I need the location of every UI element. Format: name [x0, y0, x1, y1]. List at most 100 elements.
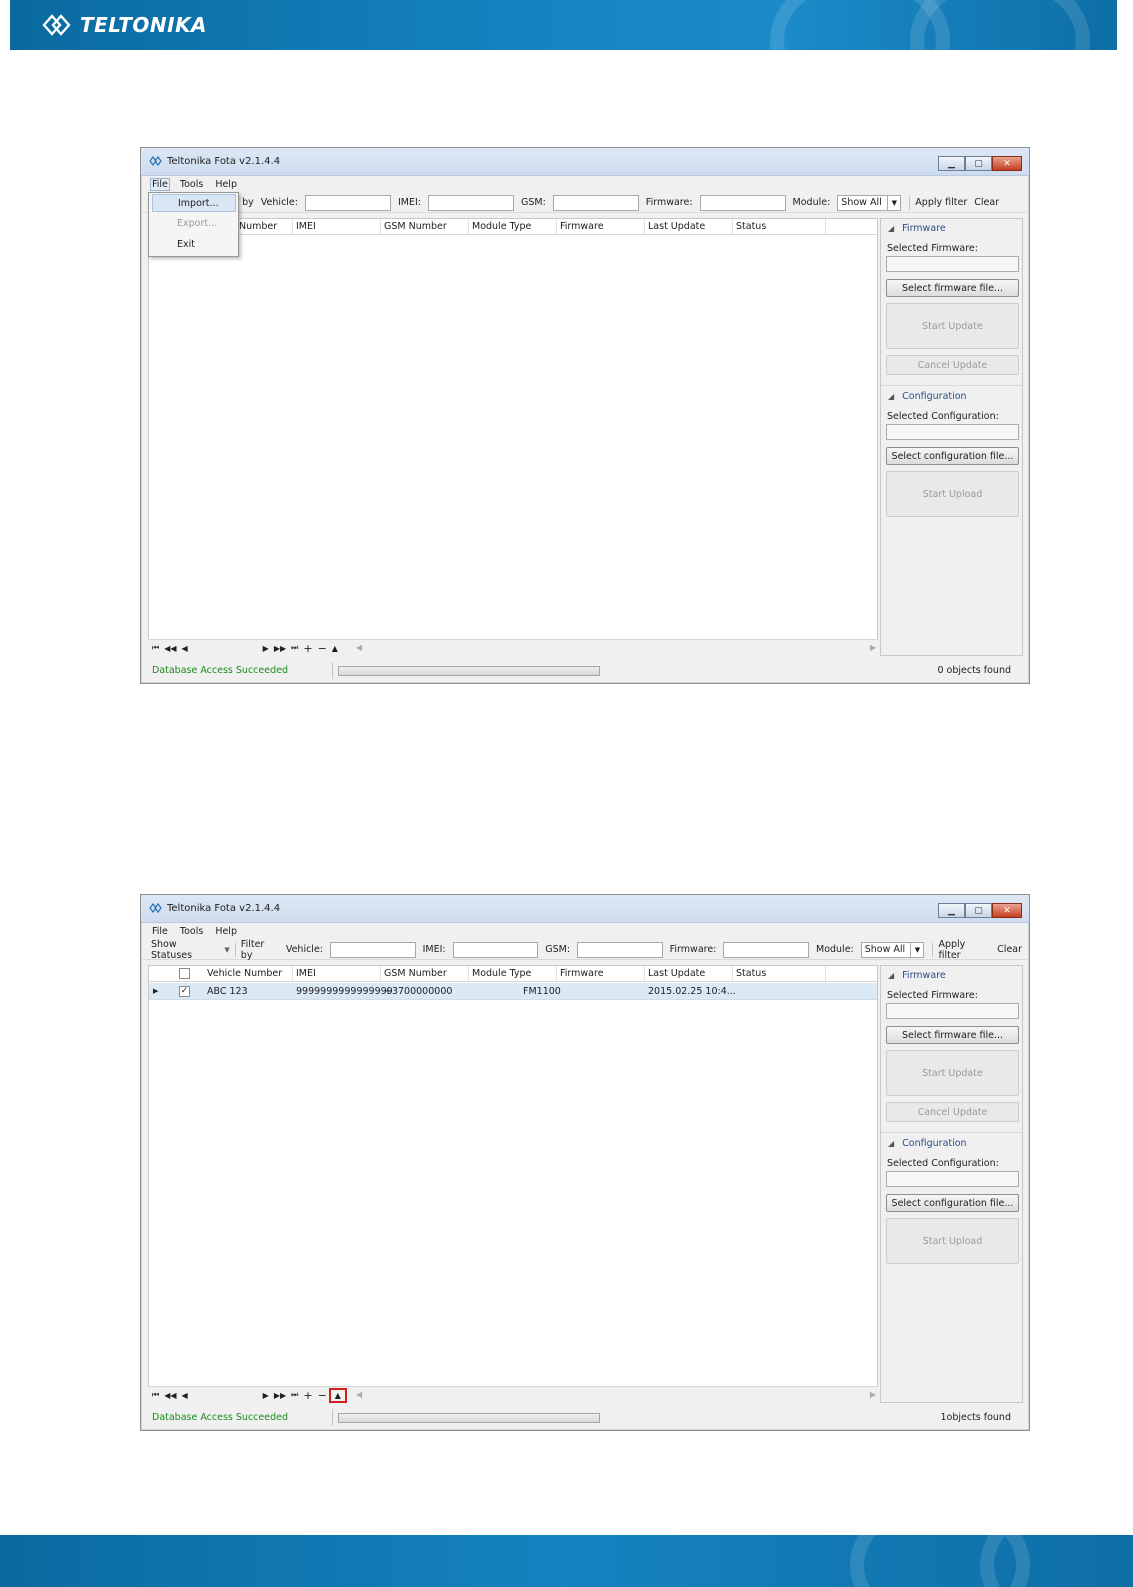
column-header[interactable]: Firmware [560, 968, 604, 979]
clear-filter-button[interactable]: Clear [997, 944, 1022, 955]
select-all-checkbox[interactable] [179, 968, 190, 979]
menu-bar: File Tools Help [141, 923, 1029, 940]
filter-bar: lter by Vehicle: IMEI: GSM: Firmware: Mo… [141, 193, 1029, 213]
menu-item-export[interactable]: Export... [152, 215, 236, 233]
horizontal-scrollbar[interactable]: ◀ ▶ [356, 643, 876, 654]
firmware-filter-input[interactable] [723, 941, 809, 958]
close-button[interactable]: ✕ [992, 156, 1022, 171]
maximize-icon: ▢ [974, 158, 983, 169]
column-header[interactable]: Vehicle Number [207, 968, 282, 979]
prev-page-button[interactable]: ◀◀ [164, 1391, 176, 1400]
module-select[interactable]: Show All ▼ [860, 941, 925, 958]
imei-filter-input[interactable] [452, 941, 539, 958]
fota-window-imported: Teltonika Fota v2.1.4.4 ▁ ▢ ✕ File Tools… [140, 894, 1030, 1431]
status-bar: Database Access Succeeded 1objects found [141, 1405, 1029, 1431]
column-header[interactable]: Number [239, 221, 277, 232]
remove-record-button[interactable]: − [318, 642, 327, 655]
column-header[interactable]: GSM Number [384, 968, 447, 979]
module-select[interactable]: Show All ▼ [837, 194, 902, 211]
status-divider [332, 1409, 333, 1426]
select-firmware-button[interactable]: Select firmware file... [886, 279, 1019, 297]
select-firmware-button[interactable]: Select firmware file... [886, 1026, 1019, 1044]
column-header[interactable]: Status [736, 968, 766, 979]
gsm-filter-input[interactable] [577, 941, 663, 958]
menu-item-import[interactable]: Import... [152, 194, 236, 212]
column-header[interactable]: Firmware [560, 221, 604, 232]
table-row[interactable]: ▶ ✓ ABC 123 9999999999999999 +3700000000… [149, 983, 877, 1000]
imei-filter-input[interactable] [428, 194, 514, 211]
column-divider [825, 219, 826, 235]
clear-filter-button[interactable]: Clear [974, 197, 999, 208]
column-header[interactable]: Last Update [648, 221, 705, 232]
column-header[interactable]: IMEI [296, 968, 316, 979]
column-header[interactable]: GSM Number [384, 221, 447, 232]
firmware-filter-input[interactable] [699, 194, 786, 211]
menu-tools[interactable]: Tools [179, 179, 204, 190]
maximize-button[interactable]: ▢ [965, 903, 992, 918]
start-upload-button[interactable]: Start Upload [886, 471, 1019, 517]
menu-help[interactable]: Help [214, 926, 238, 937]
row-checkbox[interactable]: ✓ [179, 986, 190, 997]
column-header[interactable]: Module Type [472, 968, 531, 979]
column-header[interactable]: Status [736, 221, 766, 232]
vehicle-grid[interactable]: Number IMEI GSM Number Module Type Firmw… [148, 218, 878, 656]
firmware-group-header[interactable]: ◢ Firmware [888, 970, 946, 981]
first-record-button[interactable]: ⏮ [152, 643, 159, 653]
close-button[interactable]: ✕ [992, 903, 1022, 918]
remove-record-button[interactable]: − [318, 1389, 327, 1402]
cancel-update-button[interactable]: Cancel Update [886, 355, 1019, 375]
configuration-group-header[interactable]: ◢ Configuration [888, 1138, 967, 1149]
horizontal-scrollbar[interactable]: ◀ ▶ [356, 1390, 876, 1401]
cancel-update-button[interactable]: Cancel Update [886, 1102, 1019, 1122]
start-update-button[interactable]: Start Update [886, 303, 1019, 349]
show-statuses-button[interactable]: Show Statuses [151, 939, 220, 961]
vehicle-grid[interactable]: Vehicle Number IMEI GSM Number Module Ty… [148, 965, 878, 1403]
scroll-right-icon[interactable]: ▶ [870, 1390, 876, 1399]
add-record-button[interactable]: + [303, 1389, 312, 1402]
configuration-group-header[interactable]: ◢ Configuration [888, 391, 967, 402]
maximize-button[interactable]: ▢ [965, 156, 992, 171]
column-header[interactable]: IMEI [296, 221, 316, 232]
minimize-button[interactable]: ▁ [938, 903, 965, 918]
add-record-button[interactable]: + [303, 642, 312, 655]
toolbar-separator [909, 195, 911, 210]
next-record-button[interactable]: ▶ [263, 644, 269, 653]
start-upload-button[interactable]: Start Upload [886, 1218, 1019, 1264]
first-record-button[interactable]: ⏮ [152, 1390, 159, 1400]
vehicle-number-cell: ABC 123 [207, 986, 248, 997]
column-header[interactable]: Last Update [648, 968, 705, 979]
teltonika-logo-icon [42, 14, 71, 36]
start-update-button[interactable]: Start Update [886, 1050, 1019, 1096]
prev-record-button[interactable]: ◀ [182, 1391, 188, 1400]
menu-file[interactable]: File [150, 178, 170, 191]
scroll-right-icon[interactable]: ▶ [870, 643, 876, 652]
next-page-button[interactable]: ▶▶ [274, 1391, 286, 1400]
next-record-button[interactable]: ▶ [263, 1391, 269, 1400]
scroll-left-icon[interactable]: ◀ [356, 643, 362, 652]
menu-help[interactable]: Help [214, 179, 238, 190]
apply-filter-button[interactable]: Apply filter [938, 939, 990, 961]
move-up-button[interactable]: ▲ [332, 644, 338, 653]
column-divider [556, 219, 557, 235]
last-record-button[interactable]: ⏭ [291, 1390, 298, 1400]
firmware-group-header[interactable]: ◢ Firmware [888, 223, 946, 234]
vehicle-filter-input[interactable] [330, 941, 416, 958]
prev-record-button[interactable]: ◀ [182, 644, 188, 653]
apply-filter-button[interactable]: Apply filter [915, 197, 967, 208]
menu-item-exit[interactable]: Exit [152, 236, 236, 254]
banner-decoration [910, 0, 1090, 50]
next-page-button[interactable]: ▶▶ [274, 644, 286, 653]
vehicle-filter-input[interactable] [304, 194, 391, 211]
vehicle-label: Vehicle: [260, 197, 298, 208]
last-record-button[interactable]: ⏭ [291, 643, 298, 653]
select-configuration-button[interactable]: Select configuration file... [886, 447, 1019, 465]
menu-tools[interactable]: Tools [179, 926, 204, 937]
select-configuration-button[interactable]: Select configuration file... [886, 1194, 1019, 1212]
move-up-button-highlighted[interactable]: ▲ [328, 1387, 347, 1403]
prev-page-button[interactable]: ◀◀ [164, 644, 176, 653]
gsm-filter-input[interactable] [552, 194, 639, 211]
minimize-button[interactable]: ▁ [938, 156, 965, 171]
scroll-left-icon[interactable]: ◀ [356, 1390, 362, 1399]
menu-file[interactable]: File [151, 926, 169, 937]
column-header[interactable]: Module Type [472, 221, 531, 232]
